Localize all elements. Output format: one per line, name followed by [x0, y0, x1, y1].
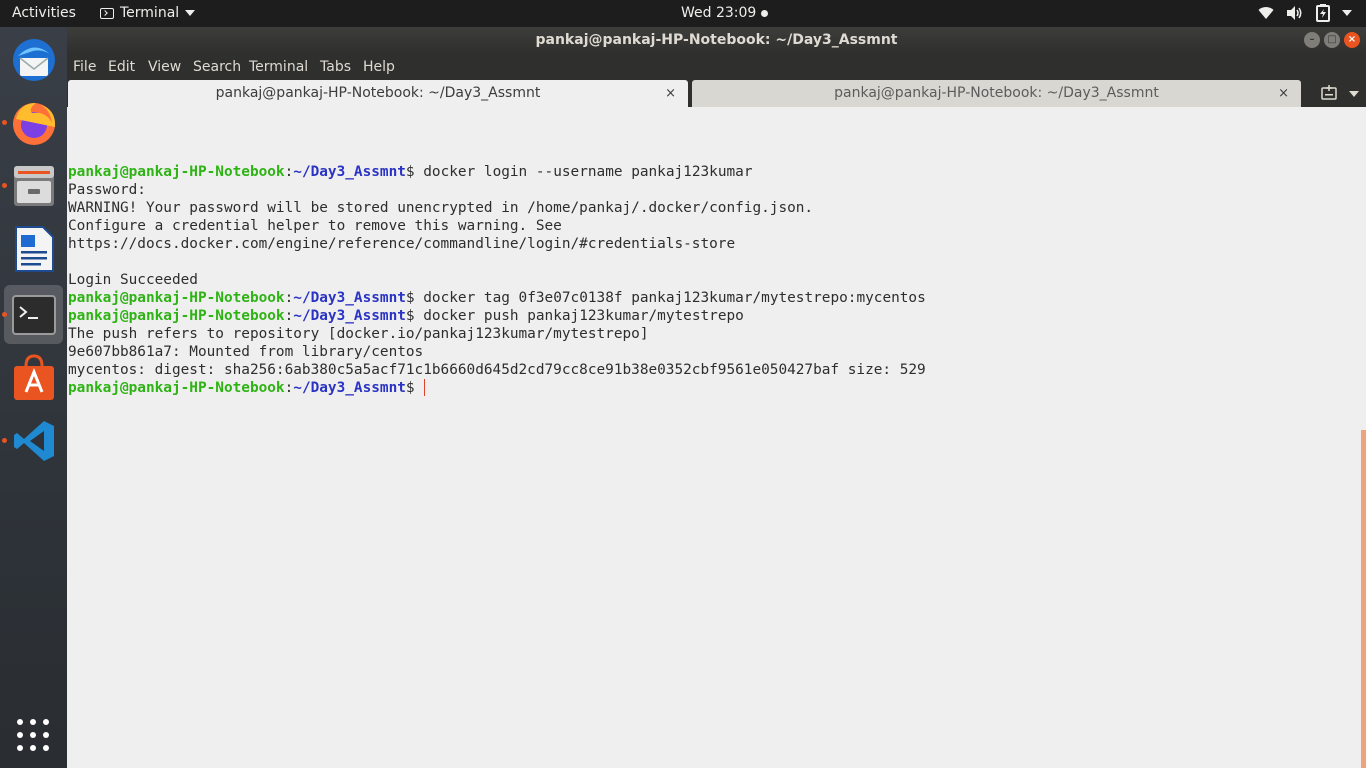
output-line: mycentos: digest: sha256:6ab380c5a5acf71…	[68, 362, 926, 378]
prompt-path: ~/Day3_Assmnt	[293, 164, 406, 180]
output-line: 9e607bb861a7: Mounted from library/cento…	[68, 344, 424, 360]
output-line: Password:	[68, 182, 146, 198]
clock[interactable]: Wed 23:09	[681, 5, 769, 21]
terminal-icon	[11, 294, 56, 335]
prompt-line: pankaj@pankaj-HP-Notebook:~/Day3_Assmnt$…	[68, 308, 744, 324]
app-menu[interactable]: Terminal	[100, 5, 196, 21]
menu-file[interactable]: File	[73, 59, 96, 75]
dock-vscode[interactable]	[4, 411, 63, 470]
dock-writer[interactable]	[4, 219, 63, 278]
clock-label: Wed 23:09	[681, 5, 757, 21]
dock-terminal[interactable]	[4, 285, 63, 344]
tab-menu-chevron-icon[interactable]	[1349, 91, 1359, 97]
terminal-running-indicator	[2, 312, 7, 317]
files-icon	[13, 165, 54, 206]
command-text	[415, 380, 424, 396]
chevron-down-icon	[185, 10, 196, 16]
menu-edit[interactable]: Edit	[108, 59, 135, 75]
output-line: Login Succeeded	[68, 272, 198, 288]
tab-1-close-icon[interactable]: ×	[665, 80, 676, 107]
terminal-small-icon	[100, 7, 114, 19]
software-icon	[13, 353, 54, 400]
menu-help[interactable]: Help	[363, 59, 395, 75]
terminal-window: pankaj@pankaj-HP-Notebook: ~/Day3_Assmnt…	[67, 27, 1366, 768]
dock-thunderbird[interactable]	[4, 30, 63, 89]
window-title: pankaj@pankaj-HP-Notebook: ~/Day3_Assmnt	[535, 32, 898, 48]
volume-icon	[1287, 6, 1302, 20]
battery-icon	[1316, 4, 1330, 22]
tab-2-close-icon[interactable]: ×	[1278, 80, 1289, 107]
output-line: Configure a credential helper to remove …	[68, 218, 562, 234]
files-running-indicator	[2, 183, 7, 188]
prompt-line: pankaj@pankaj-HP-Notebook:~/Day3_Assmnt$…	[68, 290, 926, 306]
dock	[0, 27, 67, 768]
system-tray[interactable]	[1258, 4, 1352, 22]
tab-2[interactable]: pankaj@pankaj-HP-Notebook: ~/Day3_Assmnt…	[692, 80, 1301, 107]
dock-firefox[interactable]	[4, 93, 63, 152]
output-line: https://docs.docker.com/engine/reference…	[68, 236, 736, 252]
menu-bar: File Edit View Search Terminal Tabs Help	[67, 54, 1366, 80]
notification-dot	[761, 9, 769, 17]
show-applications-button[interactable]	[17, 719, 49, 751]
close-button[interactable]: ×	[1344, 32, 1360, 48]
command-text: docker login --username pankaj123kumar	[414, 164, 753, 180]
scrollbar[interactable]	[1361, 430, 1366, 768]
activities-button[interactable]: Activities	[12, 5, 76, 21]
wifi-icon	[1258, 7, 1274, 20]
menu-search[interactable]: Search	[193, 59, 241, 75]
output-line: WARNING! Your password will be stored un…	[68, 200, 814, 216]
command-text: docker push pankaj123kumar/mytestrepo	[414, 308, 744, 324]
new-tab-icon[interactable]	[1321, 85, 1337, 101]
tab-1[interactable]: pankaj@pankaj-HP-Notebook: ~/Day3_Assmnt…	[68, 80, 688, 107]
prompt-user-host: pankaj@pankaj-HP-Notebook	[68, 380, 285, 396]
vscode-running-indicator	[2, 438, 7, 443]
vscode-icon	[13, 420, 54, 461]
prompt-line: pankaj@pankaj-HP-Notebook:~/Day3_Assmnt$…	[68, 164, 753, 180]
thunderbird-icon	[12, 38, 55, 81]
writer-icon	[14, 225, 54, 272]
prompt-path: ~/Day3_Assmnt	[293, 380, 406, 396]
dock-software[interactable]	[4, 348, 63, 407]
menu-tabs[interactable]: Tabs	[320, 59, 351, 75]
top-panel: Activities Terminal Wed 23:09	[0, 0, 1366, 27]
prompt-path: ~/Day3_Assmnt	[293, 308, 406, 324]
menu-terminal[interactable]: Terminal	[249, 59, 308, 75]
minimize-button[interactable]: –	[1304, 32, 1320, 48]
dock-files[interactable]	[4, 156, 63, 215]
firefox-icon	[12, 102, 55, 145]
window-titlebar[interactable]: pankaj@pankaj-HP-Notebook: ~/Day3_Assmnt…	[67, 27, 1366, 54]
terminal-output[interactable]: pankaj@pankaj-HP-Notebook:~/Day3_Assmnt$…	[68, 145, 1348, 397]
command-text: docker tag 0f3e07c0138f pankaj123kumar/m…	[414, 290, 926, 306]
prompt-line: pankaj@pankaj-HP-Notebook:~/Day3_Assmnt$	[68, 379, 1348, 397]
chevron-down-icon	[1342, 10, 1352, 16]
text-cursor	[424, 379, 426, 396]
tab-2-label: pankaj@pankaj-HP-Notebook: ~/Day3_Assmnt	[834, 85, 1159, 101]
tab-1-label: pankaj@pankaj-HP-Notebook: ~/Day3_Assmnt	[215, 85, 541, 101]
maximize-button[interactable]: □	[1324, 32, 1340, 48]
app-menu-label: Terminal	[120, 5, 180, 21]
menu-view[interactable]: View	[148, 59, 181, 75]
prompt-path: ~/Day3_Assmnt	[293, 290, 406, 306]
output-line: The push refers to repository [docker.io…	[68, 326, 649, 342]
prompt-user-host: pankaj@pankaj-HP-Notebook	[68, 308, 285, 324]
firefox-running-indicator	[2, 120, 7, 125]
prompt-user-host: pankaj@pankaj-HP-Notebook	[68, 164, 285, 180]
prompt-user-host: pankaj@pankaj-HP-Notebook	[68, 290, 285, 306]
tab-bar: pankaj@pankaj-HP-Notebook: ~/Day3_Assmnt…	[67, 80, 1366, 107]
